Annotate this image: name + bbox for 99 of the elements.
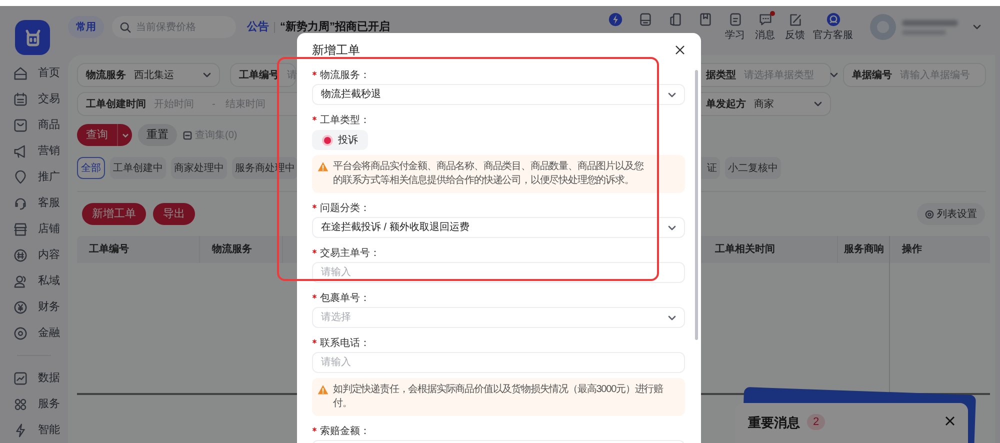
select-field[interactable]: 请选择 [312,307,685,328]
document-icon [728,12,742,27]
sidebar-item[interactable]: 推广 [0,164,68,190]
new-ticket-button[interactable]: 新增工单 [82,203,146,225]
chevron-down-icon [814,101,822,107]
notice-link[interactable]: “新势力周”招商已开启 [280,18,390,36]
home-icon [13,66,28,80]
quick-link-button[interactable]: 常用 [68,16,104,38]
column-header: 物流服务 [212,242,252,257]
sidebar-item[interactable]: 数据 [0,365,68,391]
chart-icon [13,370,28,386]
query-button[interactable]: 查询 [77,124,132,146]
target-icon [13,326,28,340]
headset-icon [13,196,28,210]
sidebar-item[interactable]: 智能 [0,417,68,443]
input-field[interactable]: 请输入 [312,262,685,283]
field-label: 工单类型： [320,114,370,128]
sidebar-item[interactable]: 私域 [0,268,68,294]
close-icon[interactable] [675,45,685,55]
column-header: 服务商响 [844,242,884,257]
field-label: 交易主单号： [320,246,380,260]
radio-button[interactable] [322,134,333,146]
settings-icon [925,210,934,218]
field-label: 包裹单号： [320,292,370,306]
toolbar-label: 学习 [725,28,745,42]
bolt-icon [13,422,28,438]
column-header: 操作 [902,242,922,257]
book-icon [698,12,712,27]
input-field[interactable]: 请输入 [312,352,685,373]
field-label: 问题分类： [320,202,370,216]
chevron-down-icon [668,92,676,98]
select-field[interactable]: 物流服务 西北集运 [77,63,220,87]
toolbar-item[interactable]: 官方客服 [810,12,856,42]
chevron-down-icon [668,314,676,320]
status-tab[interactable]: 商家处理中 [171,157,227,179]
warning-icon [317,384,329,395]
status-tab[interactable]: 工单创建中 [110,157,166,179]
chevron-down-icon [203,72,211,78]
sidebar-item[interactable]: 首页 [0,60,68,86]
column-header: 工单相关时间 [715,242,775,257]
yen-coin-icon [13,300,28,314]
sidebar-item[interactable]: 店铺 [0,216,68,242]
field-label: 联系电话： [320,336,370,350]
warning-icon [317,161,329,172]
calendar-icon [13,92,28,106]
toolbar-item[interactable]: 学习 [720,12,750,42]
chevron-down-icon [973,24,981,30]
toolbar-item[interactable]: 反馈 [780,12,810,42]
caret-icon [122,132,128,138]
select-field[interactable]: 在途拦截投诉 / 额外收取退回运费 [312,217,685,238]
logo-icon[interactable] [15,20,50,55]
toolbar-label: 消息 [755,28,775,42]
toolbar-label: 官方客服 [813,28,853,42]
megaphone-icon [13,144,28,158]
list-settings-button[interactable]: 列表设置 [917,203,985,225]
store-icon [13,222,28,236]
sidebar-item[interactable]: 商品 [0,112,68,138]
field-label: 索赔金额： [320,424,370,438]
status-tab[interactable]: 全部 [77,157,105,179]
dialog-title: 新增工单 [312,42,360,59]
column-header: 工单编号 [89,242,129,257]
message-title: 重要消息 [748,414,800,432]
grid-circle-icon [13,248,28,262]
scrollbar[interactable] [695,70,698,340]
notice-label: 公告 [247,20,269,35]
count-badge: 2 [807,414,826,430]
tray-icon [638,12,652,27]
blurred-name [902,20,958,34]
notice-text: 平台会将商品实付金额、商品名称、商品类目、商品数量、商品图片以及您的联系方式等相关信息提供给合作的快递公司，以便尽快处理您的诉求。 [333,160,644,188]
status-tab[interactable]: 小二复核中 [725,157,781,179]
sidebar-item[interactable]: 交易 [0,86,68,112]
box-icon [13,118,28,132]
support-agent-icon [826,12,840,27]
chat-icon [758,12,772,27]
list-icon [183,130,192,140]
lightning-badge-icon [608,12,622,27]
radio-option[interactable]: 投诉 [312,130,368,150]
select-field[interactable]: 物流拦截秒退 [312,84,685,105]
sidebar-item[interactable]: 服务 [0,391,68,417]
sidebar-item[interactable]: 金融 [0,320,68,346]
export-button[interactable]: 导出 [153,203,195,225]
pin-icon [13,170,28,184]
toolbar-label: 反馈 [785,28,805,42]
close-icon[interactable] [945,416,955,426]
reset-button[interactable]: 重置 [138,124,177,146]
search-icon [120,22,131,32]
users-icon [13,274,28,288]
notice-text: 如判定快递责任，会根据实际商品价值以及货物损失情况（最高3000元）进行赔付。 [333,383,664,411]
edit-icon [788,12,802,27]
field-label: 物流服务： [320,68,370,82]
toolbar-item[interactable]: 消息 [750,12,780,42]
sidebar-item[interactable]: 内容 [0,242,68,268]
chevron-down-icon [668,224,676,230]
chevron-down-icon [830,72,838,78]
devices-icon [668,12,682,27]
sidebar-item[interactable]: 营销 [0,138,68,164]
apps-icon [13,396,28,412]
sidebar-item[interactable]: 客服 [0,190,68,216]
sidebar-item[interactable]: 财务 [0,294,68,320]
